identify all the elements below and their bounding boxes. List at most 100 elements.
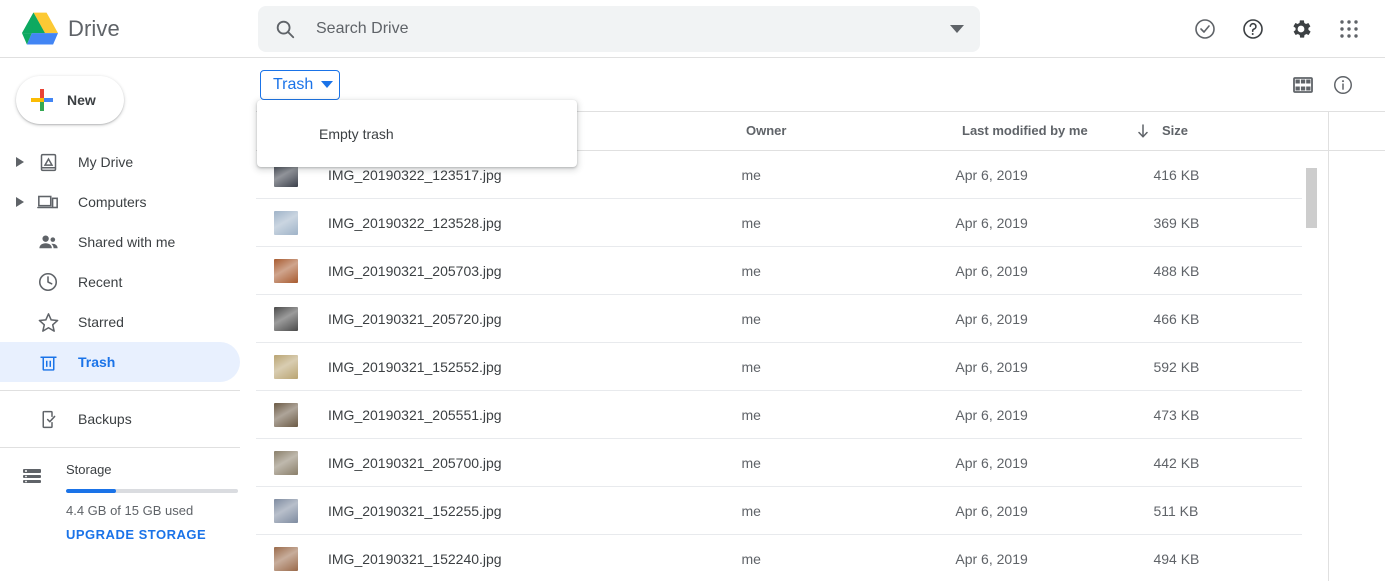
main-content: Trash Empty trash Owner Last modified by… (256, 58, 1385, 581)
column-header-modified[interactable]: Last modified by me (962, 123, 1162, 139)
shared-with-me-icon (36, 230, 60, 254)
chevron-down-icon (950, 24, 964, 33)
clock-icon (36, 270, 60, 294)
chevron-down-icon (321, 80, 334, 89)
new-button[interactable]: New (16, 76, 124, 124)
search-input[interactable] (316, 6, 934, 52)
apps-grid-icon[interactable] (1325, 5, 1373, 53)
star-icon (36, 310, 60, 334)
breadcrumb-trash-chip[interactable]: Trash (260, 69, 341, 100)
file-name-cell: IMG_20190321_152552.jpg (256, 354, 741, 379)
sidebar-item-shared-with-me[interactable]: Shared with me (0, 222, 240, 262)
search-bar[interactable] (258, 6, 980, 52)
file-size-cell: 369 KB (1153, 214, 1200, 231)
sidebar-item-backups[interactable]: Backups (0, 399, 240, 439)
file-size-cell: 442 KB (1153, 454, 1200, 471)
sidebar-item-starred[interactable]: Starred (0, 302, 240, 342)
file-size-cell: 488 KB (1153, 262, 1200, 279)
file-list: IMG_20190322_123517.jpg me Apr 6, 2019 416 … (256, 151, 1302, 581)
table-row[interactable]: IMG_20190321_205551.jpg me Apr 6, 2019 473 … (256, 391, 1302, 439)
file-list-scrollbar[interactable] (1306, 168, 1317, 581)
file-owner-cell: me (741, 166, 761, 183)
sidebar-item-trash[interactable]: Trash (0, 342, 240, 382)
storage-used-text: 4.4 GB of 15 GB used (66, 503, 194, 518)
sidebar-item-recent[interactable]: Recent (0, 262, 240, 302)
sidebar-item-computers[interactable]: Computers (0, 182, 240, 222)
file-modified-cell: Apr 6, 2019 (955, 310, 1028, 327)
top-bar: Drive (0, 0, 1385, 58)
brand-title: Drive (68, 16, 120, 41)
file-modified-cell: Apr 6, 2019 (955, 406, 1028, 423)
file-thumbnail (274, 210, 298, 235)
help-icon[interactable] (1229, 5, 1277, 53)
table-row[interactable]: IMG_20190322_123528.jpg me Apr 6, 2019 369 … (256, 199, 1302, 247)
storage-details: Storage 4.4 GB of 15 GB used UPGRADE STO… (66, 462, 238, 544)
table-row[interactable]: IMG_20190321_152552.jpg me Apr 6, 2019 592 … (256, 343, 1302, 391)
table-row[interactable]: IMG_20190321_205703.jpg me Apr 6, 2019 488 … (256, 247, 1302, 295)
column-header-modified-label: Last modified by me (962, 123, 1088, 138)
main-right-divider (1328, 112, 1329, 581)
plus-icon (31, 89, 53, 111)
sidebar: New My Drive Computers Shared with me Re… (0, 58, 240, 581)
column-header-size[interactable]: Size (1162, 123, 1312, 138)
drive-app: Drive Search Drive New My Drive Computer… (0, 0, 1385, 581)
settings-gear-icon[interactable] (1277, 5, 1325, 53)
expand-arrow-icon[interactable] (8, 157, 32, 167)
sort-down-arrow-icon (1136, 123, 1150, 139)
file-thumbnail (274, 306, 298, 331)
table-row[interactable]: IMG_20190321_152255.jpg me Apr 6, 2019 511 … (256, 487, 1302, 535)
brand-area[interactable]: Drive (0, 11, 256, 47)
computers-icon (36, 190, 60, 214)
file-owner-cell: me (741, 358, 761, 375)
file-owner-cell: me (741, 502, 761, 519)
file-owner-cell: me (741, 550, 761, 567)
search-options-button[interactable] (934, 6, 980, 52)
file-modified-cell: Apr 6, 2019 (955, 262, 1028, 279)
file-size-cell: 466 KB (1153, 310, 1200, 327)
file-owner-cell: me (741, 262, 761, 279)
trash-dropdown-menu: Empty trash (257, 100, 577, 167)
file-name-label: IMG_20190322_123528.jpg (328, 214, 502, 231)
new-button-label: New (67, 92, 96, 108)
view-toolbar (1283, 58, 1363, 111)
file-name-cell: IMG_20190322_123528.jpg (256, 210, 741, 235)
file-name-label: IMG_20190322_123517.jpg (328, 166, 502, 183)
scrollbar-thumb[interactable] (1306, 168, 1317, 228)
table-row[interactable]: IMG_20190321_205700.jpg me Apr 6, 2019 442 … (256, 439, 1302, 487)
file-thumbnail (274, 450, 298, 475)
table-row[interactable]: IMG_20190321_205720.jpg me Apr 6, 2019 466 … (256, 295, 1302, 343)
file-name-cell: IMG_20190321_205703.jpg (256, 258, 741, 283)
sidebar-item-my-drive[interactable]: My Drive (0, 142, 240, 182)
grid-view-icon[interactable] (1283, 65, 1323, 105)
support-check-icon[interactable] (1181, 5, 1229, 53)
empty-trash-menu-item[interactable]: Empty trash (257, 100, 577, 167)
file-owner-cell: me (741, 406, 761, 423)
trash-icon (36, 350, 60, 374)
file-thumbnail (274, 354, 298, 379)
file-size-cell: 473 KB (1153, 406, 1200, 423)
file-owner-cell: me (741, 214, 761, 231)
file-name-cell: IMG_20190321_205720.jpg (256, 306, 741, 331)
file-name-cell: IMG_20190321_152255.jpg (256, 498, 741, 523)
file-modified-cell: Apr 6, 2019 (955, 358, 1028, 375)
storage-icon (20, 464, 44, 488)
storage-progress-bar (66, 489, 238, 493)
sidebar-item-label: Computers (78, 194, 147, 210)
column-header-owner[interactable]: Owner (746, 123, 962, 138)
storage-section: Storage 4.4 GB of 15 GB used UPGRADE STO… (0, 456, 240, 544)
sidebar-divider-2 (0, 447, 240, 448)
file-modified-cell: Apr 6, 2019 (955, 166, 1028, 183)
file-size-cell: 511 KB (1153, 502, 1199, 519)
sidebar-item-label: Backups (78, 411, 132, 427)
details-info-icon[interactable] (1323, 65, 1363, 105)
file-name-cell: IMG_20190321_205551.jpg (256, 402, 741, 427)
drive-logo-icon (22, 12, 58, 45)
file-name-label: IMG_20190321_152240.jpg (328, 550, 502, 567)
sidebar-item-label: My Drive (78, 154, 134, 170)
table-row[interactable]: IMG_20190321_152240.jpg me Apr 6, 2019 494 … (256, 535, 1302, 581)
file-thumbnail (274, 258, 298, 283)
file-modified-cell: Apr 6, 2019 (955, 502, 1028, 519)
file-owner-cell: me (741, 454, 761, 471)
upgrade-storage-link[interactable]: UPGRADE STORAGE (66, 527, 206, 542)
expand-arrow-icon[interactable] (8, 197, 32, 207)
